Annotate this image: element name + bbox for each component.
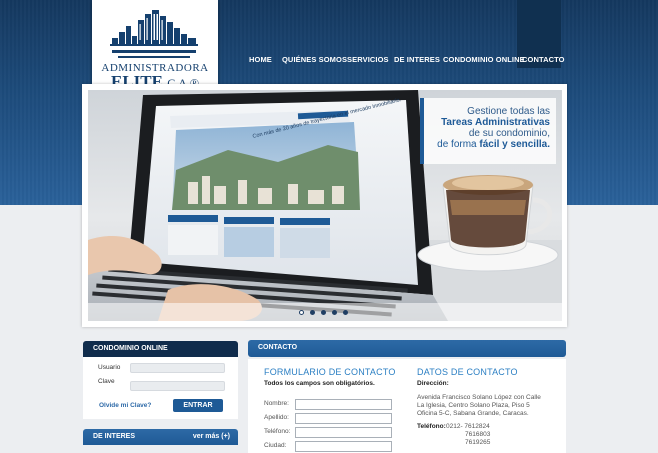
nav-item-quienes-somos[interactable]: QUIÉNES SOMOS (282, 52, 347, 68)
nav-item-de-interes[interactable]: DE INTERES (394, 52, 440, 68)
de-interes-title: DE INTERES (93, 433, 136, 440)
slider-dot-2[interactable] (310, 310, 315, 315)
slider-pagination (88, 303, 562, 321)
nav-item-condominio-online[interactable]: CONDOMINIO ONLINE (443, 52, 525, 68)
usuario-label: Usuario (98, 364, 121, 371)
nav-item-home[interactable]: HOME (249, 52, 272, 68)
condominio-online-panel: Usuario Clave Olvide mi Clave? ENTRAR (83, 357, 238, 419)
slider-dot-3[interactable] (321, 310, 326, 315)
contacto-panel: FORMULARIO DE CONTACTO Todos los campos … (248, 359, 566, 453)
direccion-label: Dirección: (417, 380, 449, 387)
direccion-line-3: Oficina 5-C, Sabana Grande, Caracas. (417, 410, 529, 417)
slider-dot-1[interactable] (299, 310, 304, 315)
datos-heading: DATOS DE CONTACTO (417, 367, 518, 377)
telefono-input[interactable] (295, 427, 392, 438)
apellido-input[interactable] (295, 413, 392, 424)
de-interes-header: DE INTERES ver más (+) (83, 429, 238, 445)
slider-dot-4[interactable] (332, 310, 337, 315)
ver-mas-link[interactable]: ver más (+) (193, 429, 230, 445)
nav-item-contacto[interactable]: CONTACTO (522, 52, 565, 68)
caption-line-4-b: fácil y sencilla. (479, 139, 550, 150)
contacto-header: CONTACTO (248, 340, 566, 357)
caption-line-4: de forma fácil y sencilla. (430, 139, 550, 150)
telefono-label: Teléfono: (264, 428, 291, 435)
telefono-value-1: 0212- 7612824 (446, 423, 490, 430)
entrar-button[interactable]: ENTRAR (173, 399, 223, 412)
nav-item-servicios[interactable]: SERVICIOS (347, 52, 389, 68)
caption-line-1: Gestione todas las (467, 106, 550, 117)
usuario-input[interactable] (130, 363, 225, 373)
city-skyline-icon (110, 10, 198, 58)
telefono-info-label: Teléfono: (417, 423, 446, 430)
telefono-value-2: 7616803 (465, 431, 491, 438)
forgot-password-link[interactable]: Olvide mi Clave? (99, 402, 151, 409)
slider-dot-5[interactable] (343, 310, 348, 315)
caption-line-4-a: de forma (437, 139, 480, 150)
clave-label: Clave (98, 378, 115, 385)
caption-line-2: Tareas Administrativas (441, 117, 550, 128)
nombre-label: Nombre: (264, 400, 289, 407)
clave-input[interactable] (130, 381, 225, 391)
form-heading: FORMULARIO DE CONTACTO (264, 367, 396, 377)
direccion-line-1: Avenida Francisco Solano López con Calle (417, 394, 541, 401)
telefono-value-3: 7619265 (465, 439, 491, 446)
condominio-online-header: CONDOMINIO ONLINE (83, 341, 238, 357)
nombre-input[interactable] (295, 399, 392, 410)
apellido-label: Apellido: (264, 414, 289, 421)
hero-slide: Con más de 20 años de trayectoria en el … (88, 90, 562, 321)
caption-line-3: de su condominio, (468, 128, 550, 139)
required-note: Todos los campos son obligatórios. (264, 380, 375, 387)
direccion-line-2: La Iglesia, Centro Solano Plaza, Piso 5 (417, 402, 530, 409)
ciudad-input[interactable] (295, 441, 392, 452)
ciudad-label: Ciudad: (264, 442, 287, 449)
slide-caption: Gestione todas las Tareas Administrativa… (420, 98, 556, 164)
